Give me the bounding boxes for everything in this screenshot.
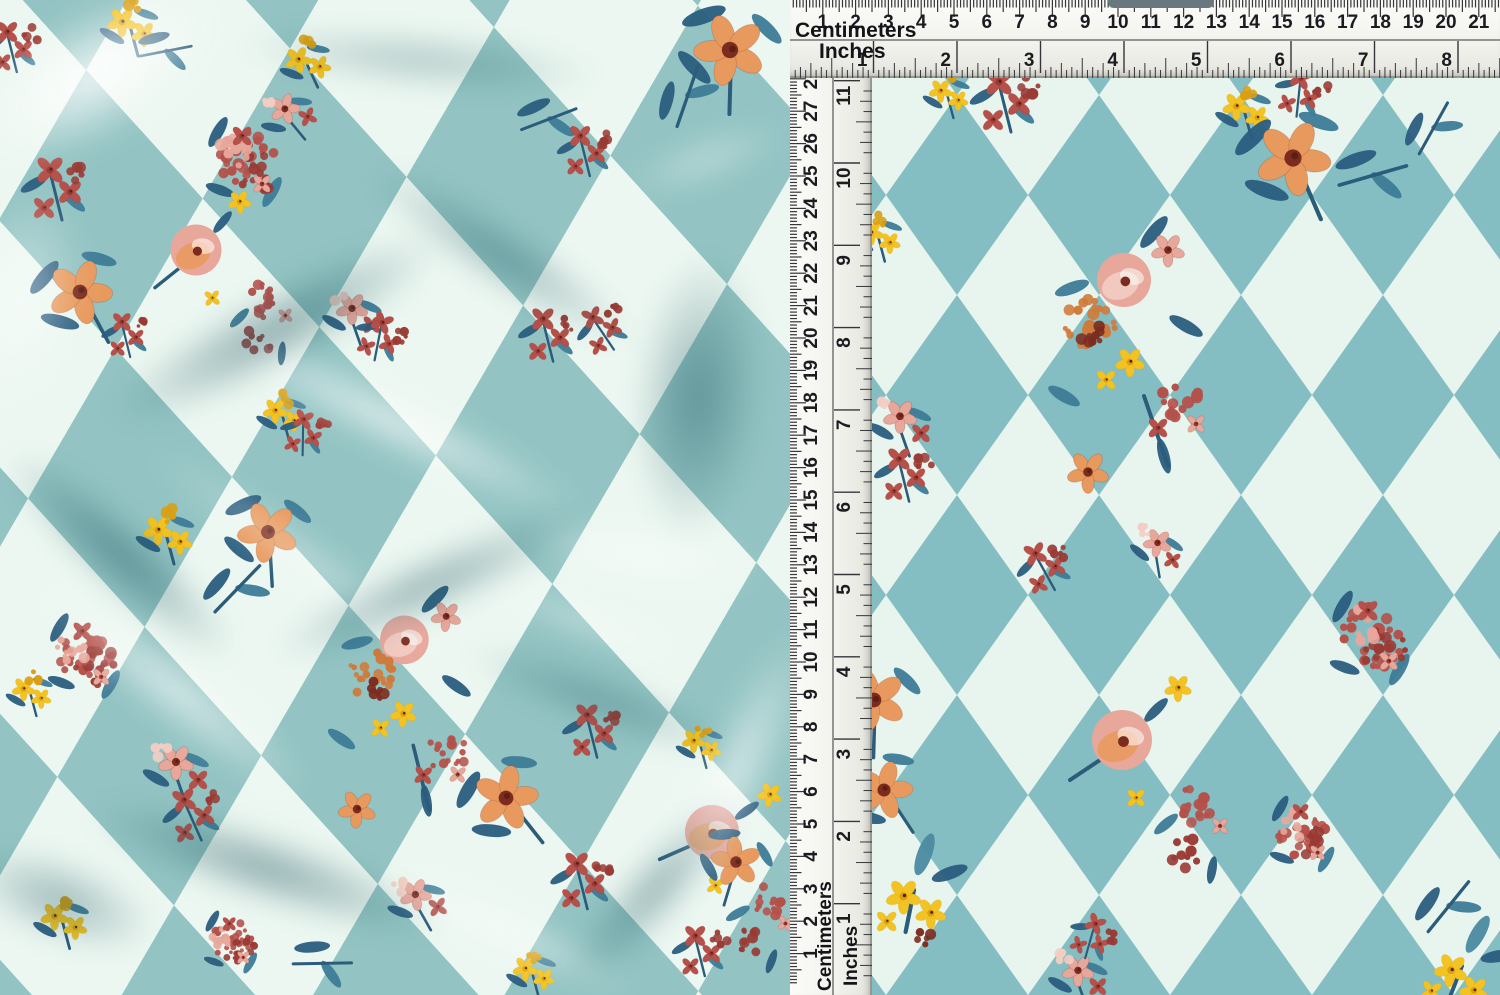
svg-text:10: 10 xyxy=(834,167,855,188)
svg-text:18: 18 xyxy=(1370,12,1391,33)
svg-text:27: 27 xyxy=(801,101,822,122)
svg-text:28: 28 xyxy=(801,78,822,89)
svg-text:17: 17 xyxy=(801,425,822,446)
svg-text:26: 26 xyxy=(801,133,822,154)
svg-text:20: 20 xyxy=(1435,12,1456,33)
svg-text:5: 5 xyxy=(801,818,822,829)
svg-text:9: 9 xyxy=(834,255,855,266)
svg-text:6: 6 xyxy=(982,12,993,33)
svg-text:13: 13 xyxy=(801,554,822,575)
svg-text:20: 20 xyxy=(801,327,822,348)
svg-text:18: 18 xyxy=(801,392,822,413)
flat-fabric-swatch xyxy=(872,78,1500,995)
svg-text:1: 1 xyxy=(834,913,855,924)
svg-text:6: 6 xyxy=(801,786,822,797)
svg-text:2: 2 xyxy=(940,50,951,71)
svg-text:4: 4 xyxy=(1107,50,1118,71)
svg-text:14: 14 xyxy=(801,521,822,543)
vertical-inches-unit-label: Inches xyxy=(842,926,862,986)
vertical-cm-unit-label: Centimeters xyxy=(816,881,836,991)
svg-text:17: 17 xyxy=(1337,12,1358,33)
svg-text:13: 13 xyxy=(1206,12,1227,33)
svg-text:8: 8 xyxy=(834,337,855,348)
svg-text:7: 7 xyxy=(801,754,822,765)
svg-text:4: 4 xyxy=(801,851,822,862)
svg-text:14: 14 xyxy=(1239,12,1261,33)
svg-text:11: 11 xyxy=(834,85,855,106)
svg-text:9: 9 xyxy=(1080,12,1091,33)
svg-text:15: 15 xyxy=(1271,12,1293,33)
svg-text:2: 2 xyxy=(834,831,855,842)
svg-text:4: 4 xyxy=(916,12,927,33)
svg-text:24: 24 xyxy=(801,197,822,219)
svg-text:8: 8 xyxy=(1441,50,1452,71)
svg-text:11: 11 xyxy=(801,619,822,640)
vertical-ruler-ticks: 1234567891011121314151617181920212223242… xyxy=(790,78,872,995)
vertical-ruler: 1234567891011121314151617181920212223242… xyxy=(790,78,872,995)
horizontal-ruler: 1234567891011121314151617181920211234567… xyxy=(790,0,1500,78)
svg-text:10: 10 xyxy=(1107,12,1128,33)
flat-fabric-pattern xyxy=(872,78,1500,995)
svg-text:4: 4 xyxy=(834,666,855,677)
svg-text:15: 15 xyxy=(801,489,822,511)
svg-text:12: 12 xyxy=(1173,12,1194,33)
svg-text:6: 6 xyxy=(834,502,855,513)
svg-text:11: 11 xyxy=(1141,12,1162,33)
svg-text:5: 5 xyxy=(949,12,960,33)
svg-text:21: 21 xyxy=(1468,12,1490,33)
svg-text:3: 3 xyxy=(1024,50,1035,71)
svg-text:19: 19 xyxy=(801,360,822,381)
svg-text:16: 16 xyxy=(1304,12,1325,33)
svg-text:22: 22 xyxy=(801,263,822,284)
ruler-gap-shadow xyxy=(1108,0,1214,8)
svg-text:9: 9 xyxy=(801,689,822,700)
svg-text:7: 7 xyxy=(1014,12,1025,33)
svg-text:10: 10 xyxy=(801,651,822,672)
svg-text:6: 6 xyxy=(1274,50,1285,71)
svg-text:16: 16 xyxy=(801,457,822,478)
svg-text:7: 7 xyxy=(1358,50,1369,71)
svg-text:21: 21 xyxy=(801,295,822,317)
svg-text:8: 8 xyxy=(1047,12,1058,33)
svg-text:25: 25 xyxy=(801,165,822,187)
svg-text:23: 23 xyxy=(801,230,822,251)
svg-text:19: 19 xyxy=(1403,12,1424,33)
svg-text:12: 12 xyxy=(801,587,822,608)
fabric-product-photo: 1234567891011121314151617181920211234567… xyxy=(0,0,1500,995)
svg-text:8: 8 xyxy=(801,722,822,733)
svg-text:5: 5 xyxy=(1191,50,1202,71)
svg-text:5: 5 xyxy=(834,584,855,595)
svg-text:7: 7 xyxy=(834,420,855,431)
draped-fabric-photo xyxy=(0,0,790,995)
svg-text:3: 3 xyxy=(834,749,855,760)
draped-fabric-pattern xyxy=(0,0,790,995)
horizontal-inches-unit-label: Inches xyxy=(819,40,886,64)
